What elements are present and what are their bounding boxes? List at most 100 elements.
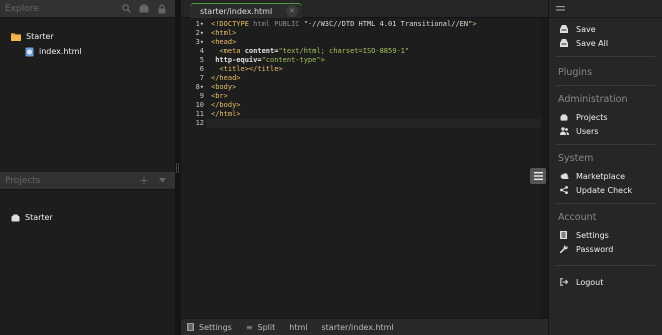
search-icon[interactable] [118, 1, 134, 17]
line-number: 7 [199, 74, 204, 82]
menu-save[interactable]: Save [549, 22, 662, 36]
menu-settings[interactable]: Settings [549, 228, 662, 242]
lock-icon[interactable] [154, 1, 170, 17]
left-panel: Explore Starter index.html Projects + St… [0, 0, 175, 335]
code-token: <meta [211, 47, 245, 55]
mode-label: html [289, 322, 308, 332]
menu-marketplace-label: Marketplace [576, 171, 626, 181]
editor-area: starter/index.html ✕ 1▾ 2▾ 3▾ 4 5 6 7 8▾ 9 1… [181, 0, 548, 335]
tab-label: starter/index.html [200, 7, 286, 16]
projects-title: Projects [5, 175, 41, 186]
project-label: Starter [25, 213, 53, 222]
list-icon [187, 323, 194, 331]
section-system: System [558, 152, 594, 164]
menu-settings-label: Settings [576, 230, 609, 240]
menu-update-check-label: Update Check [576, 185, 633, 195]
save-icon [560, 25, 570, 33]
right-menu: Save Save All Plugins Administration Pro… [548, 0, 662, 335]
menu-save-label: Save [576, 24, 596, 34]
status-bar: Settings ≡ Split html starter/index.html [181, 318, 548, 335]
line-number: 4 [199, 47, 204, 55]
projects-icon [560, 113, 570, 121]
code-line[interactable]: <br> [207, 92, 541, 101]
line-number: 1▾ [195, 20, 204, 28]
code-line[interactable]: </head> [207, 74, 541, 83]
settings-button[interactable]: Settings [187, 323, 232, 332]
code-lines[interactable]: <!DOCTYPE html PUBLIC "-//W3C//DTD HTML … [207, 18, 541, 128]
tree-file-index[interactable]: index.html [0, 44, 175, 59]
menu-update-check[interactable]: Update Check [549, 183, 662, 197]
wrench-icon [560, 245, 570, 253]
line-number: 10 [195, 101, 204, 109]
file-tree: Starter index.html [0, 18, 175, 59]
right-menu-header [549, 0, 662, 18]
code-token: <!DOCTYPE [211, 20, 254, 28]
html-file-icon [25, 47, 34, 57]
folder-icon [11, 32, 21, 41]
line-number: 9 [199, 92, 204, 100]
code-token: "-//W3C//DTD HTML 4.01 Transitional//EN" [303, 20, 473, 28]
code-token: html PUBLIC [253, 20, 304, 28]
settings-label: Settings [199, 322, 232, 332]
project-item-starter[interactable]: Starter [0, 210, 175, 225]
menu-password-label: Password [576, 244, 614, 254]
section-administration: Administration [558, 93, 628, 105]
code-line[interactable]: <html> [207, 29, 541, 38]
menu-toggle-button[interactable] [530, 168, 546, 184]
code-line[interactable]: <title></title> [207, 65, 541, 74]
code-token: </html> [211, 110, 241, 118]
code-token: > [472, 20, 477, 28]
close-icon[interactable]: ✕ [286, 5, 298, 17]
line-number: 2▾ [195, 29, 204, 37]
code-line[interactable]: <body> [207, 83, 541, 92]
file-path-label: starter/index.html [321, 322, 394, 332]
code-line[interactable] [207, 119, 541, 128]
code-token: <html> [211, 29, 237, 37]
tree-folder-starter[interactable]: Starter [0, 29, 175, 44]
menu-save-all-label: Save All [576, 38, 609, 48]
users-icon [560, 127, 570, 135]
chevron-down-icon[interactable] [154, 173, 170, 189]
collapse-menu-icon[interactable] [556, 4, 565, 13]
menu-projects[interactable]: Projects [549, 110, 662, 124]
code-token: content= [244, 47, 279, 55]
code-line[interactable]: <!DOCTYPE html PUBLIC "-//W3C//DTD HTML … [207, 20, 541, 29]
menu-password[interactable]: Password [549, 242, 662, 256]
save-all-icon [560, 39, 570, 47]
project-icon [11, 213, 20, 222]
logout-icon [560, 278, 570, 286]
code-line[interactable]: </body> [207, 101, 541, 110]
tab-path-prefix: starter/ [200, 6, 230, 16]
menu-logout[interactable]: Logout [549, 275, 662, 289]
code-line[interactable]: http-equiv="content-type"> [207, 56, 541, 65]
section-plugins: Plugins [558, 66, 593, 78]
projects-header: Projects + [0, 172, 175, 190]
tree-label: Starter [26, 32, 54, 41]
hamburger-icon [533, 172, 543, 180]
code-token: <br> [211, 92, 228, 100]
mode-indicator[interactable]: html [289, 323, 307, 332]
hamburger-icon: ≡ [245, 322, 253, 332]
tree-label: index.html [39, 47, 82, 56]
line-number: 12 [195, 119, 204, 127]
menu-users[interactable]: Users [549, 124, 662, 138]
code-editor[interactable]: 1▾ 2▾ 3▾ 4 5 6 7 8▾ 9 10 11 12 <!DOCTYPE htm… [181, 18, 541, 318]
code-line[interactable]: </html> [207, 110, 541, 119]
code-token: > [320, 56, 325, 64]
tab-index-html[interactable]: starter/index.html ✕ [190, 3, 302, 18]
menu-projects-label: Projects [576, 112, 608, 122]
line-number: 3▾ [195, 38, 204, 46]
code-token: </head> [211, 74, 241, 82]
add-project-icon[interactable]: + [136, 173, 152, 189]
line-number: 11 [195, 110, 204, 118]
collapse-icon[interactable] [136, 1, 152, 17]
menu-marketplace[interactable]: Marketplace [549, 169, 662, 183]
menu-save-all[interactable]: Save All [549, 36, 662, 50]
menu-users-label: Users [576, 126, 599, 136]
code-line[interactable]: <head> [207, 38, 541, 47]
split-label: Split [257, 322, 276, 332]
settings-list-icon [560, 231, 570, 239]
line-number: 6 [199, 65, 204, 73]
split-button[interactable]: ≡ Split [246, 323, 275, 332]
code-line[interactable]: <meta content="text/html; charset=ISO-88… [207, 47, 541, 56]
